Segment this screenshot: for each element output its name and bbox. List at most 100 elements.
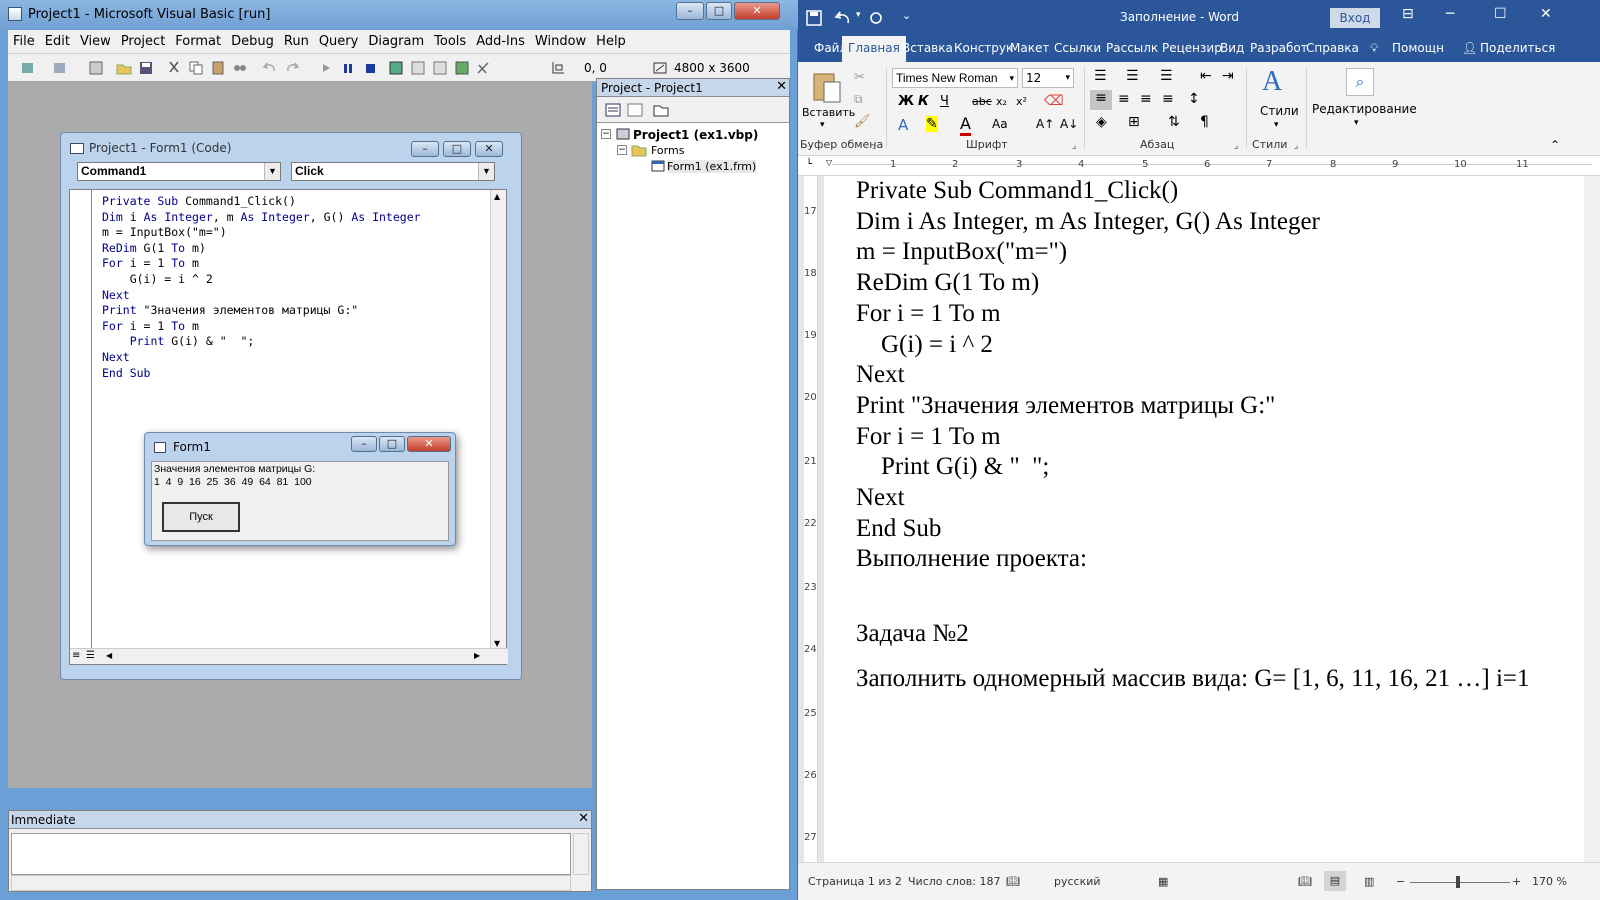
menu-file[interactable]: File xyxy=(8,30,40,54)
font-color-icon[interactable]: A xyxy=(960,114,971,136)
redo-icon[interactable] xyxy=(284,60,300,76)
paste-icon[interactable] xyxy=(810,70,844,104)
align-right-icon[interactable]: ≡ xyxy=(1140,91,1152,107)
chevron-down-icon[interactable]: ▾ xyxy=(1274,120,1279,130)
language-indicator[interactable]: русский xyxy=(1054,875,1101,888)
dialog-launcher-icon[interactable]: ⌟ xyxy=(872,141,876,151)
tree-forms-folder[interactable]: Forms xyxy=(651,144,684,157)
subscript-icon[interactable]: x₂ xyxy=(996,95,1007,108)
find-icon[interactable] xyxy=(232,60,248,76)
tab-stop-icon[interactable]: └ xyxy=(806,159,812,170)
zoom-slider-thumb[interactable] xyxy=(1456,876,1460,888)
immediate-horizontal-scrollbar[interactable] xyxy=(11,875,571,891)
cut-icon[interactable] xyxy=(166,60,182,76)
full-module-view-icon[interactable]: ☰ xyxy=(86,650,95,661)
properties-icon[interactable] xyxy=(410,60,426,76)
read-mode-icon[interactable]: 📖︎ xyxy=(1298,875,1312,888)
format-painter-icon[interactable]: 🖌︎ xyxy=(854,114,871,129)
share-button[interactable]: Поделиться xyxy=(1480,41,1555,55)
code-horizontal-scrollbar[interactable]: ≡ ☰ ◀ ▶ xyxy=(70,648,508,664)
tab-references[interactable]: Ссылки xyxy=(1054,41,1101,55)
sort-icon[interactable]: ⇅ xyxy=(1168,114,1180,130)
undo-icon[interactable] xyxy=(834,10,852,26)
font-size-box[interactable]: 12 ▾ xyxy=(1022,68,1074,88)
tab-insert[interactable]: Вставка xyxy=(902,41,953,55)
sign-in-button[interactable]: Вход xyxy=(1330,8,1380,28)
repeat-icon[interactable] xyxy=(868,10,884,26)
document-scrollbar[interactable] xyxy=(1584,176,1600,862)
code-maximize-button[interactable]: □ xyxy=(443,141,471,157)
close-icon[interactable]: ✕ xyxy=(776,79,787,94)
tab-help[interactable]: Справка xyxy=(1306,41,1359,55)
zoom-slider[interactable] xyxy=(1410,882,1510,883)
zoom-level[interactable]: 170 % xyxy=(1532,875,1567,888)
menu-help[interactable]: Help xyxy=(591,30,631,54)
tree-project-root[interactable]: Project1 (ex1.vbp) xyxy=(633,128,758,142)
ribbon-display-icon[interactable]: ⊟ xyxy=(1402,6,1414,22)
collapse-icon[interactable]: − xyxy=(601,129,611,139)
object-browser-icon[interactable] xyxy=(454,60,470,76)
toolbox-icon[interactable] xyxy=(476,60,492,76)
menu-project[interactable]: Project xyxy=(116,30,170,54)
minimize-button[interactable]: – xyxy=(676,2,704,20)
scroll-right-icon[interactable]: ▶ xyxy=(474,651,480,660)
run-button[interactable]: Пуск xyxy=(162,502,240,532)
chevron-down-icon[interactable]: ▾ xyxy=(1009,69,1014,87)
styles-icon[interactable]: A xyxy=(1262,66,1282,98)
open-icon[interactable] xyxy=(116,60,132,76)
page-count[interactable]: Страница 1 из 2 xyxy=(808,875,902,888)
word-count[interactable]: Число слов: 187 xyxy=(908,875,1001,888)
bold-icon[interactable]: Ж xyxy=(898,94,914,109)
procedure-view-icon[interactable]: ≡ xyxy=(72,650,80,661)
menu-addins[interactable]: Add-Ins xyxy=(471,30,530,54)
dialog-launcher-icon[interactable]: ⌟ xyxy=(1294,141,1298,151)
view-object-icon[interactable] xyxy=(627,102,643,118)
scroll-up-icon[interactable]: ▲ xyxy=(494,192,500,201)
styles-button[interactable]: Стили xyxy=(1260,104,1299,118)
menu-window[interactable]: Window xyxy=(530,30,591,54)
scroll-left-icon[interactable]: ◀ xyxy=(106,651,112,660)
strikethrough-icon[interactable]: abc xyxy=(972,95,992,108)
multilevel-list-icon[interactable]: ☰ xyxy=(1160,68,1173,84)
close-button[interactable]: ✕ xyxy=(1540,6,1552,22)
start-icon[interactable] xyxy=(318,60,334,76)
menu-tools[interactable]: Tools xyxy=(429,30,471,54)
collapse-icon[interactable]: − xyxy=(617,145,627,155)
code-close-button[interactable]: ✕ xyxy=(475,141,503,157)
tab-mailings[interactable]: Рассылк xyxy=(1106,41,1158,55)
tab-layout[interactable]: Макет xyxy=(1010,41,1049,55)
form1-maximize-button[interactable]: □ xyxy=(379,436,405,452)
menu-diagram[interactable]: Diagram xyxy=(363,30,429,54)
form-layout-icon[interactable] xyxy=(432,60,448,76)
form1-minimize-button[interactable]: – xyxy=(351,436,377,452)
chevron-down-icon[interactable]: ▾ xyxy=(1354,118,1359,128)
print-layout-icon[interactable]: ▤ xyxy=(1324,871,1346,891)
tab-developer[interactable]: Разработ xyxy=(1250,41,1308,55)
clear-formatting-icon[interactable]: ⌫ xyxy=(1044,93,1064,109)
maximize-button[interactable]: □ xyxy=(706,2,732,20)
align-left-icon[interactable]: ≡ xyxy=(1090,90,1112,110)
copy-icon[interactable]: ⧉ xyxy=(854,92,863,107)
tree-form1-item[interactable]: Form1 (ex1.frm) xyxy=(667,160,757,173)
text-effects-icon[interactable]: A xyxy=(898,116,908,134)
menu-run[interactable]: Run xyxy=(279,30,314,54)
scroll-down-icon[interactable]: ▼ xyxy=(494,639,500,648)
tab-home[interactable]: Главная xyxy=(842,36,906,62)
save-icon[interactable] xyxy=(806,10,822,26)
add-project-icon[interactable] xyxy=(20,60,36,76)
collapse-ribbon-icon[interactable]: ⌃ xyxy=(1550,138,1560,152)
borders-icon[interactable]: ⊞ xyxy=(1128,114,1140,130)
underline-icon[interactable]: Ч xyxy=(940,94,949,109)
close-button[interactable]: ✕ xyxy=(734,2,780,20)
shading-icon[interactable]: ◈ xyxy=(1096,114,1107,130)
change-case-icon[interactable]: Aa xyxy=(992,117,1008,131)
shrink-font-icon[interactable]: A↓ xyxy=(1060,117,1078,131)
web-layout-icon[interactable]: ▥ xyxy=(1364,875,1374,888)
document-page[interactable]: Private Sub Command1_Click() Dim i As Int… xyxy=(824,176,1584,862)
search-icon[interactable]: ⌕ xyxy=(1346,68,1374,96)
proofing-icon[interactable]: 📖︎ xyxy=(1006,875,1020,888)
tab-view[interactable]: Вид xyxy=(1220,41,1244,55)
chevron-down-icon[interactable]: ▼ xyxy=(478,163,494,180)
font-name-box[interactable]: Times New Roman ▾ xyxy=(892,68,1018,88)
tab-review[interactable]: Рецензир xyxy=(1162,41,1222,55)
